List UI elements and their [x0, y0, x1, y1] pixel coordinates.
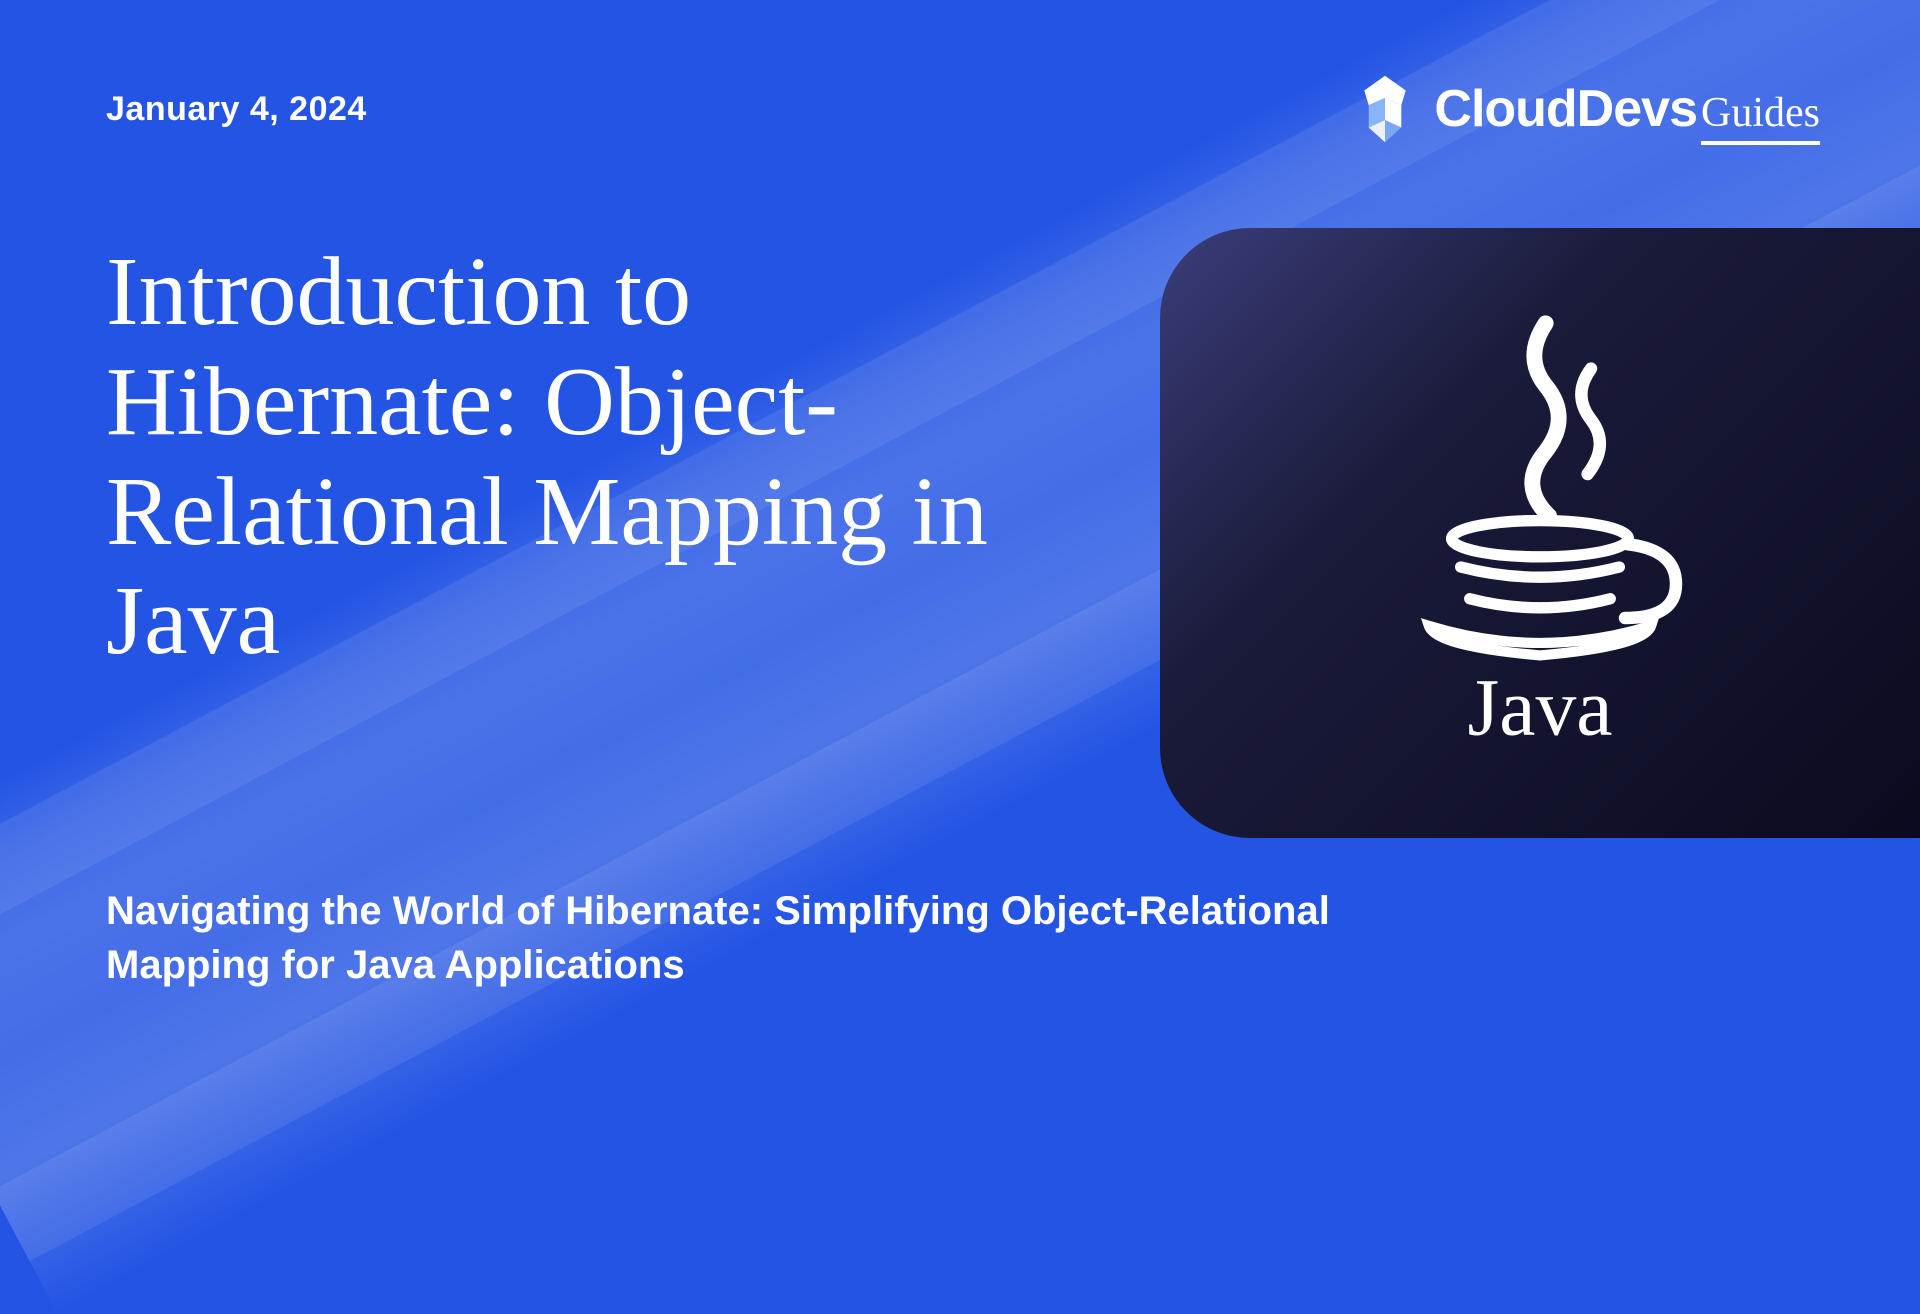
- page-subtitle: Navigating the World of Hibernate: Simpl…: [106, 884, 1406, 992]
- svg-text:Java: Java: [1468, 662, 1613, 753]
- java-logo-card: Java: [1160, 228, 1920, 838]
- java-icon: Java: [1370, 303, 1710, 763]
- brand-text: CloudDevs Guides: [1434, 79, 1820, 139]
- brand-logo: CloudDevs Guides: [1348, 72, 1820, 146]
- clouddevs-icon: [1348, 72, 1422, 146]
- brand-name-sub: Guides: [1701, 89, 1820, 137]
- publish-date: January 4, 2024: [106, 90, 367, 129]
- brand-name-main: CloudDevs: [1434, 79, 1697, 139]
- page-title: Introduction to Hibernate: Object-Relati…: [106, 238, 1066, 677]
